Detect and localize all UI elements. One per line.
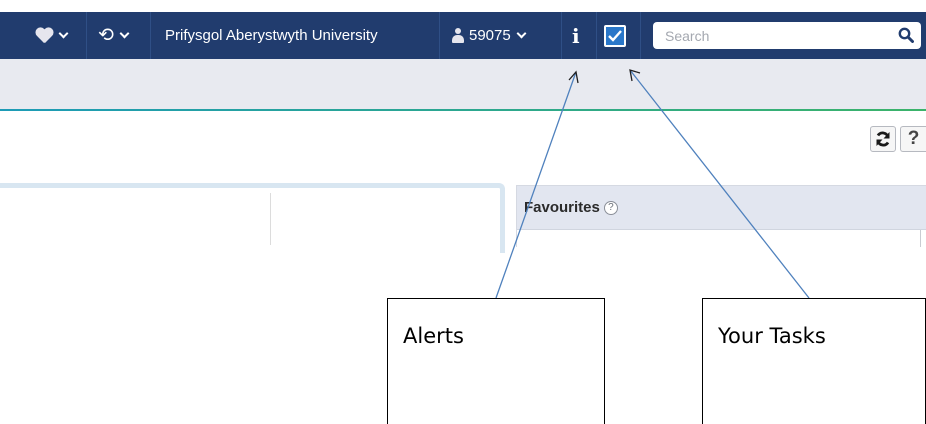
- your-tasks-callout-label: Your Tasks: [718, 324, 826, 348]
- alerts-arrow: [495, 71, 577, 299]
- tasks-arrow: [629, 69, 810, 299]
- alerts-callout: Alerts: [387, 298, 605, 424]
- alerts-callout-label: Alerts: [403, 324, 464, 348]
- your-tasks-callout: Your Tasks: [702, 298, 926, 424]
